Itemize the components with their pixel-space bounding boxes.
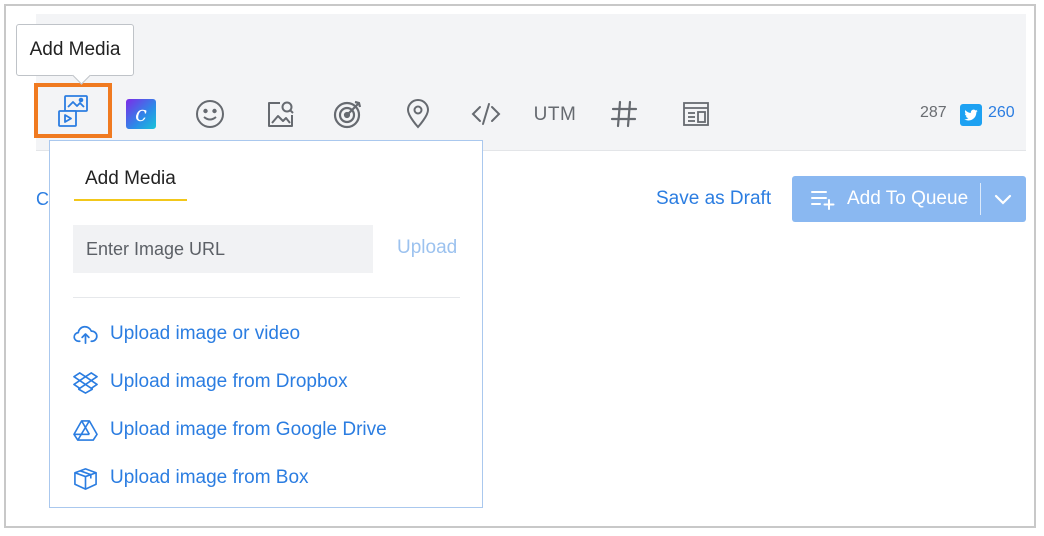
target-icon [333, 100, 362, 129]
box-icon [74, 467, 97, 490]
hashtag-icon [610, 100, 638, 128]
dropbox-icon [73, 371, 98, 394]
twitter-char-count: 260 [988, 104, 1015, 121]
twitter-badge [960, 104, 982, 126]
option-label: Upload image from Google Drive [110, 419, 387, 440]
save-draft-button[interactable]: Save as Draft [656, 188, 771, 210]
layout-icon [683, 102, 709, 126]
upload-from-dropbox-option[interactable]: Upload image from Dropbox [73, 366, 453, 398]
add-media-button[interactable] [34, 83, 112, 138]
tab-add-media-label: Add Media [85, 168, 176, 189]
option-label: Upload image from Dropbox [110, 371, 348, 392]
composer-toolbar [36, 14, 1026, 151]
chevron-down-icon[interactable] [992, 188, 1014, 210]
canva-button[interactable]: c [126, 99, 156, 129]
image-url-input[interactable] [73, 225, 373, 273]
code-button[interactable] [466, 90, 506, 138]
queue-add-icon [811, 191, 835, 210]
option-label: Upload image or video [110, 323, 301, 344]
char-count: 287 [920, 104, 947, 121]
image-search-button[interactable] [260, 90, 300, 138]
upload-from-box-option[interactable]: Upload image from Box [73, 462, 453, 494]
divider [73, 297, 460, 298]
utm-button[interactable]: UTM [530, 100, 580, 130]
emoji-button[interactable] [190, 90, 230, 138]
upload-from-google-drive-option[interactable]: Upload image from Google Drive [73, 414, 453, 446]
emoji-icon [196, 100, 224, 128]
add-to-queue-label: Add To Queue [847, 188, 969, 209]
tooltip-text: Add Media [29, 39, 121, 60]
button-divider [980, 183, 981, 215]
location-pin-icon [406, 99, 430, 129]
canva-icon: c [135, 102, 147, 126]
cloud-upload-icon [73, 325, 98, 344]
add-to-queue-button[interactable]: Add To Queue [792, 176, 1026, 222]
location-button[interactable] [398, 90, 438, 138]
option-label: Upload image from Box [110, 467, 309, 488]
utm-label: UTM [533, 104, 577, 125]
add-media-tooltip: Add Media [16, 24, 134, 76]
code-icon [471, 103, 501, 125]
image-search-icon [268, 101, 294, 127]
add-media-icon [58, 94, 88, 127]
target-button[interactable] [328, 90, 368, 138]
hashtag-button[interactable] [604, 90, 644, 138]
add-media-dropdown: Add Media Upload Upload image or video U… [49, 140, 483, 508]
truncated-link[interactable]: C [36, 189, 49, 210]
layout-button[interactable] [676, 90, 716, 138]
upload-image-or-video-option[interactable]: Upload image or video [73, 318, 453, 350]
upload-button[interactable]: Upload [397, 237, 457, 259]
twitter-icon [964, 109, 978, 121]
google-drive-icon [73, 419, 98, 441]
tab-add-media[interactable]: Add Media [74, 168, 187, 201]
